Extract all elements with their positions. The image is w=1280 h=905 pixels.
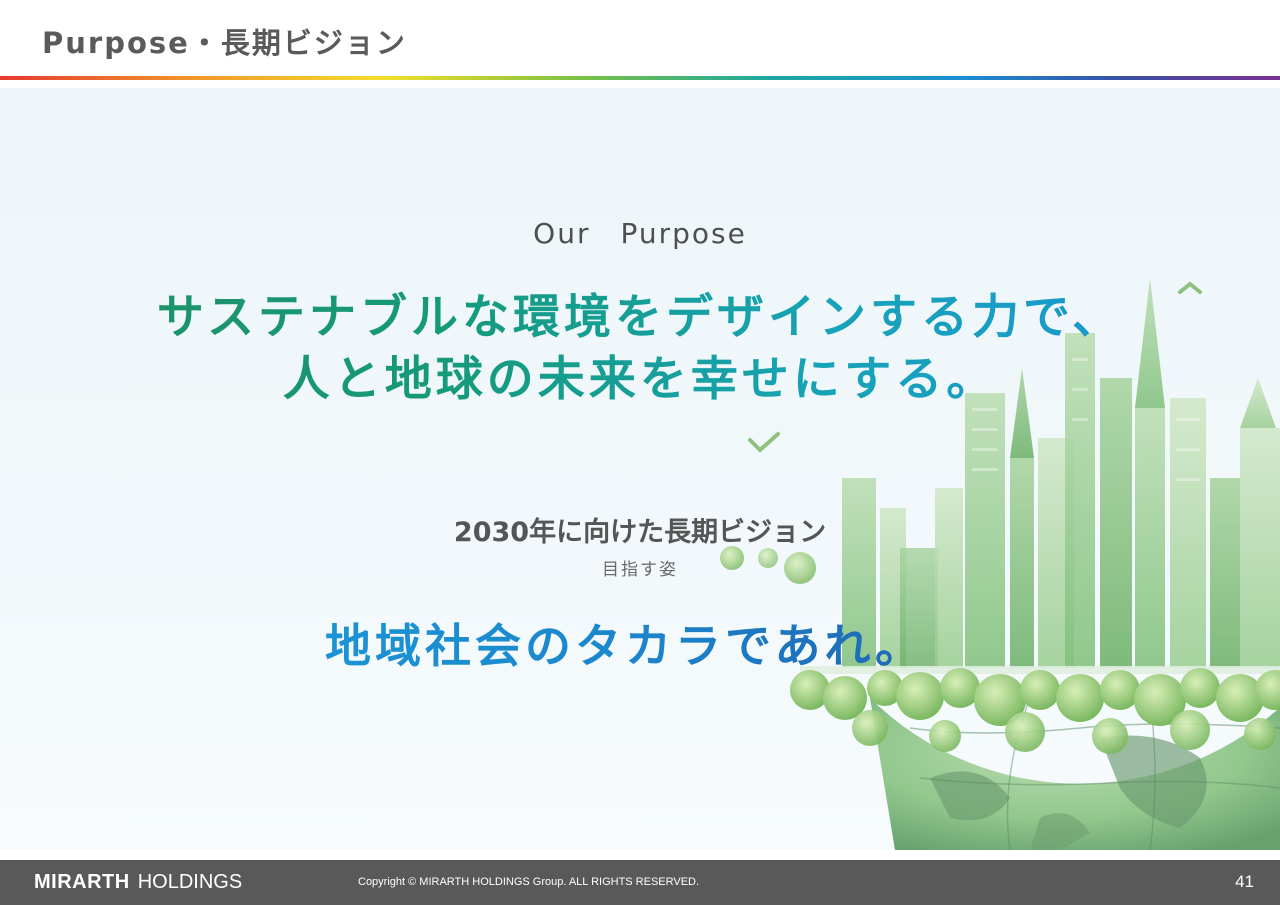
text-layer: Our Purpose サステナブルな環境をデザインする力で、 人と地球の未来を… [0,88,1280,850]
company-logo: MIRARTH HOLDINGS [34,871,242,894]
vision-subtitle: 目指す姿 [602,560,678,580]
slide-header: Purpose・長期ビジョン [0,0,1280,76]
vision-statement: 地域社会のタカラであれ。 [0,610,1250,676]
logo-strong-text: MIRARTH [34,871,130,893]
logo-light-text: HOLDINGS [137,871,243,893]
slide-content: Our Purpose サステナブルな環境をデザインする力で、 人と地球の未来を… [0,88,1280,850]
rainbow-divider [0,76,1280,80]
page-title: Purpose・長期ビジョン [42,26,407,60]
page-number: 41 [1235,872,1254,891]
long-term-vision-title: 2030年に向けた長期ビジョン [453,517,827,548]
copyright-text: Copyright © MIRARTH HOLDINGS Group. ALL … [358,876,700,888]
purpose-statement-line2: 人と地球の未来を幸せにする。 [0,340,1280,409]
slide-footer: MIRARTH HOLDINGS Copyright © MIRARTH HOLD… [0,860,1280,905]
purpose-statement-line1: サステナブルな環境をデザインする力で、 [0,278,1280,347]
our-purpose-label: Our Purpose [533,217,747,250]
